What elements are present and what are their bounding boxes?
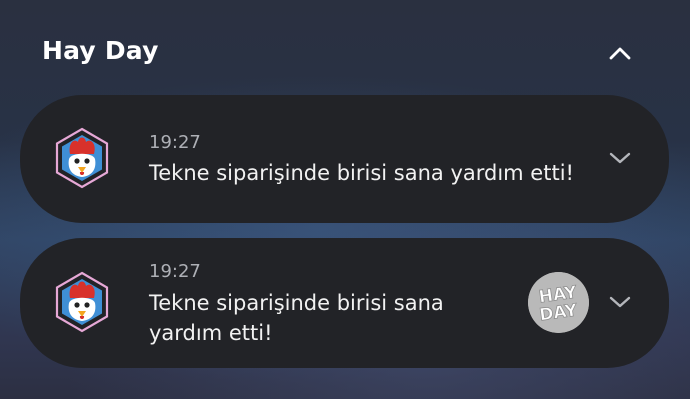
notification-message-line: Tekne siparişinde birisi sana bbox=[149, 291, 444, 315]
notification-message: Tekne siparişinde birisi sana yardım ett… bbox=[149, 161, 574, 185]
hay-day-rooster-icon bbox=[55, 271, 109, 333]
expand-notification-button[interactable] bbox=[604, 142, 636, 174]
hay-day-rooster-icon bbox=[55, 127, 109, 189]
collapse-group-button[interactable] bbox=[600, 36, 640, 70]
notification-time: 19:27 bbox=[149, 132, 201, 153]
hay-day-logo-icon: HAY DAY bbox=[528, 272, 589, 333]
notification-message: Tekne siparişinde birisi sana yardım ett… bbox=[149, 288, 489, 348]
notification-message-line: yardım etti! bbox=[149, 321, 273, 345]
expand-notification-button[interactable] bbox=[604, 286, 636, 318]
notification-time: 19:27 bbox=[149, 261, 201, 282]
notification-group-title: Hay Day bbox=[42, 36, 159, 65]
chevron-down-icon bbox=[609, 152, 631, 164]
chevron-down-icon bbox=[609, 296, 631, 308]
notification-card[interactable]: 19:27 Tekne siparişinde birisi sana yard… bbox=[20, 238, 669, 368]
chevron-up-icon bbox=[609, 47, 631, 60]
notification-shade: { "group": { "title": "Hay Day", "collap… bbox=[0, 0, 690, 399]
notification-card[interactable]: 19:27 Tekne siparişinde birisi sana yard… bbox=[20, 95, 669, 223]
